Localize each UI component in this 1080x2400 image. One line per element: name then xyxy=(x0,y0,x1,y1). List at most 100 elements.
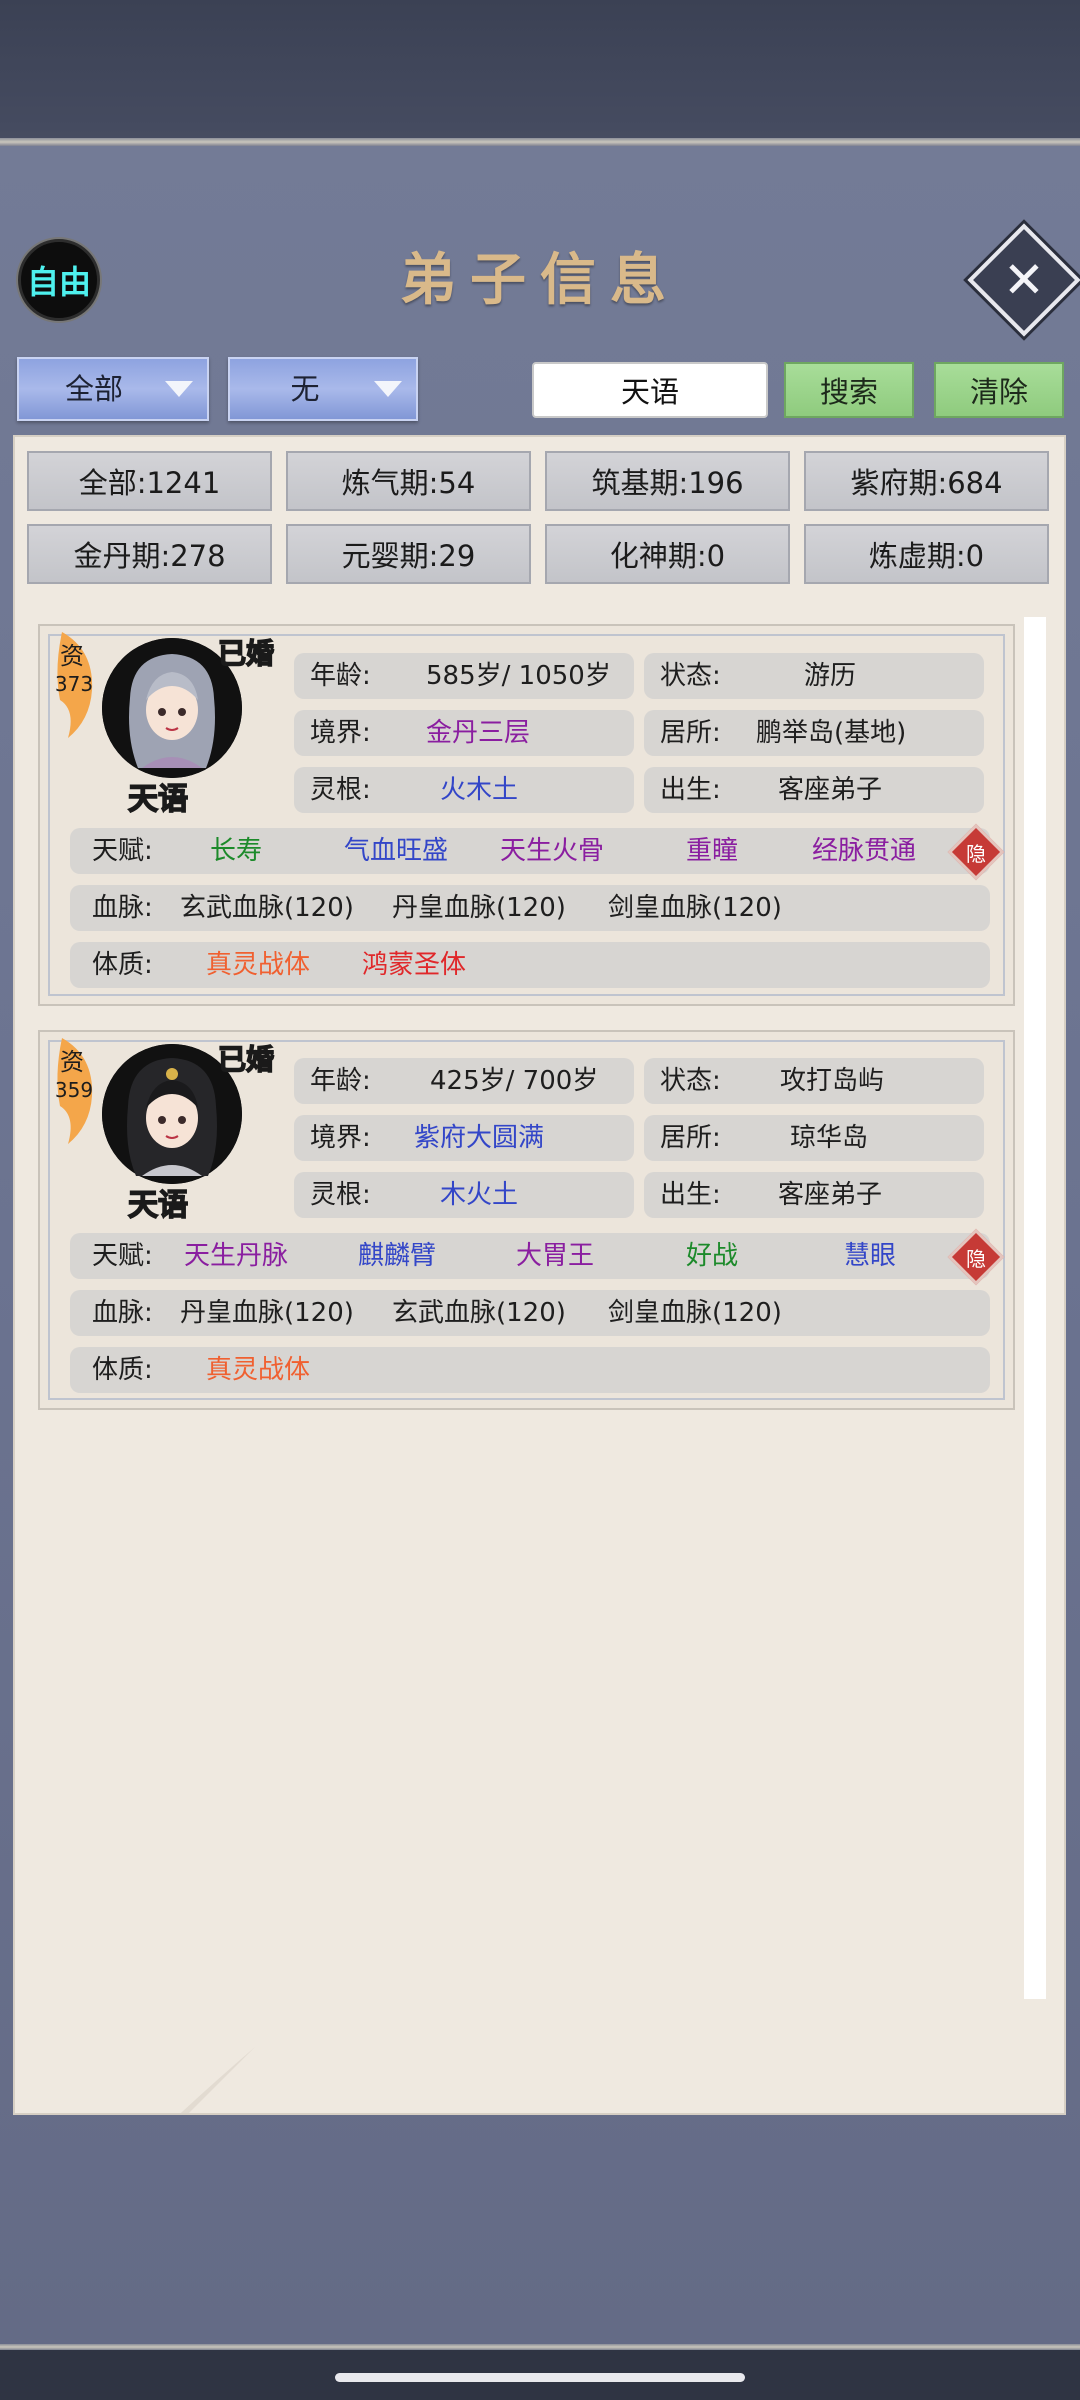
physique-label: 体质: xyxy=(92,1355,153,1385)
status-label: 状态: xyxy=(660,661,721,691)
talent-item[interactable]: 经脉贯通 xyxy=(812,828,916,874)
realm-value: 紫府大圆满 xyxy=(414,1123,545,1153)
stat-spirit-transform[interactable]: 化神期:0 xyxy=(545,524,790,584)
realm-field: 境界: 金丹三层 xyxy=(294,710,634,756)
status-value: 攻打岛屿 xyxy=(780,1066,885,1096)
stat-purple-mansion[interactable]: 紫府期:684 xyxy=(804,451,1049,511)
disciple-name: 天语 xyxy=(127,1187,189,1224)
physique-row: 体质: 真灵战体 xyxy=(70,1347,990,1393)
disciple-name: 天语 xyxy=(127,781,189,818)
spirit-root-label: 灵根: xyxy=(310,775,371,805)
disciple-card[interactable]: 资 359 已婚 天语 年龄: 425岁/ 700岁 状态: 攻打岛屿 境界: … xyxy=(38,1030,1015,1410)
bloodline-item[interactable]: 剑皇血脉(120) xyxy=(608,885,782,931)
realm-label: 境界: xyxy=(310,1123,371,1153)
realm-field: 境界: 紫府大圆满 xyxy=(294,1115,634,1161)
top-bar xyxy=(0,0,1080,140)
birth-field: 出生: 客座弟子 xyxy=(644,1172,984,1218)
aptitude-badge: 资 373 xyxy=(54,630,98,740)
clear-button[interactable]: 清除 xyxy=(934,362,1064,418)
aptitude-value: 373 xyxy=(54,672,94,696)
physique-item[interactable]: 真灵战体 xyxy=(206,1347,310,1393)
search-button[interactable]: 搜索 xyxy=(784,362,914,418)
age-label: 年龄: xyxy=(310,1066,371,1096)
page-title: 弟子信息 xyxy=(400,247,680,313)
talent-item[interactable]: 长寿 xyxy=(210,828,262,874)
bloodline-row: 血脉: 玄武血脉(120) 丹皇血脉(120) 剑皇血脉(120) xyxy=(70,885,990,931)
age-label: 年龄: xyxy=(310,661,371,691)
status-value: 游历 xyxy=(804,661,857,691)
residence-value: 琼华岛 xyxy=(790,1123,869,1153)
talent-label: 天赋: xyxy=(92,1241,153,1271)
talent-item[interactable]: 慧眼 xyxy=(844,1233,896,1279)
stat-foundation[interactable]: 筑基期:196 xyxy=(545,451,790,511)
aptitude-value: 359 xyxy=(54,1078,94,1102)
married-badge: 已婚 xyxy=(217,1042,275,1077)
birth-label: 出生: xyxy=(660,1180,721,1210)
talent-item[interactable]: 好战 xyxy=(686,1233,738,1279)
close-x-icon[interactable]: ✕ xyxy=(984,240,1064,320)
married-badge: 已婚 xyxy=(217,636,275,671)
type-filter-dropdown[interactable]: 无 xyxy=(228,357,418,421)
bloodline-item[interactable]: 玄武血脉(120) xyxy=(392,1290,566,1336)
talent-label: 天赋: xyxy=(92,836,153,866)
residence-label: 居所: xyxy=(660,718,721,748)
residence-field: 居所: 鹏举岛(基地) xyxy=(644,710,984,756)
realm-value: 金丹三层 xyxy=(426,718,531,748)
hide-button-label[interactable]: 隐 xyxy=(954,830,998,874)
spirit-root-field: 灵根: 木火土 xyxy=(294,1172,634,1218)
stat-void-refining[interactable]: 炼虚期:0 xyxy=(804,524,1049,584)
birth-value: 客座弟子 xyxy=(778,775,883,805)
bamboo-leaf-decoration xyxy=(180,2047,255,2113)
aptitude-label: 资 xyxy=(60,642,84,670)
frame-top-edge xyxy=(0,138,1080,146)
physique-row: 体质: 真灵战体 鸿蒙圣体 xyxy=(70,942,990,988)
residence-label: 居所: xyxy=(660,1123,721,1153)
realm-label: 境界: xyxy=(310,718,371,748)
realm-filter-label: 全部 xyxy=(64,372,123,406)
spirit-root-field: 灵根: 火木土 xyxy=(294,767,634,813)
talent-item[interactable]: 大胃王 xyxy=(516,1233,594,1279)
status-label: 状态: xyxy=(660,1066,721,1096)
aptitude-label: 资 xyxy=(60,1048,84,1076)
status-field: 状态: 游历 xyxy=(644,653,984,699)
realm-filter-dropdown[interactable]: 全部 xyxy=(17,357,209,421)
chevron-down-icon xyxy=(165,381,193,397)
talent-item[interactable]: 气血旺盛 xyxy=(344,828,448,874)
chevron-down-icon xyxy=(374,381,402,397)
scrollbar[interactable] xyxy=(1024,617,1046,1999)
residence-field: 居所: 琼华岛 xyxy=(644,1115,984,1161)
bloodline-item[interactable]: 丹皇血脉(120) xyxy=(180,1290,354,1336)
physique-item[interactable]: 真灵战体 xyxy=(206,942,310,988)
disciple-card[interactable]: 资 373 已婚 天语 年龄: 585岁/ 1050岁 状态: 游历 境界: 金… xyxy=(38,624,1015,1006)
stat-all[interactable]: 全部:1241 xyxy=(27,451,272,511)
bloodline-item[interactable]: 丹皇血脉(120) xyxy=(392,885,566,931)
spirit-root-label: 灵根: xyxy=(310,1180,371,1210)
talent-row: 天赋: 长寿 气血旺盛 天生火骨 重瞳 经脉贯通 xyxy=(70,828,990,874)
stat-golden-core[interactable]: 金丹期:278 xyxy=(27,524,272,584)
birth-value: 客座弟子 xyxy=(778,1180,883,1210)
home-indicator[interactable] xyxy=(335,2373,745,2382)
type-filter-label: 无 xyxy=(290,372,320,406)
talent-item[interactable]: 天生丹脉 xyxy=(184,1233,288,1279)
age-field: 年龄: 585岁/ 1050岁 xyxy=(294,653,634,699)
stat-nascent-soul[interactable]: 元婴期:29 xyxy=(286,524,531,584)
physique-label: 体质: xyxy=(92,950,153,980)
hide-button-label[interactable]: 隐 xyxy=(954,1235,998,1279)
birth-label: 出生: xyxy=(660,775,721,805)
bloodline-label: 血脉: xyxy=(92,1298,153,1328)
mode-badge[interactable]: 自由 xyxy=(18,239,100,321)
talent-item[interactable]: 天生火骨 xyxy=(500,828,604,874)
stat-qi-refining[interactable]: 炼气期:54 xyxy=(286,451,531,511)
physique-item[interactable]: 鸿蒙圣体 xyxy=(362,942,466,988)
bloodline-item[interactable]: 剑皇血脉(120) xyxy=(608,1290,782,1336)
spirit-root-value: 火木土 xyxy=(440,775,519,805)
age-value: 425岁/ 700岁 xyxy=(430,1066,599,1096)
bloodline-item[interactable]: 玄武血脉(120) xyxy=(180,885,354,931)
aptitude-badge: 资 359 xyxy=(54,1036,98,1146)
search-input[interactable] xyxy=(532,362,768,418)
status-field: 状态: 攻打岛屿 xyxy=(644,1058,984,1104)
talent-item[interactable]: 麒麟臂 xyxy=(358,1233,436,1279)
talent-item[interactable]: 重瞳 xyxy=(686,828,738,874)
age-value: 585岁/ 1050岁 xyxy=(426,661,611,691)
talent-row: 天赋: 天生丹脉 麒麟臂 大胃王 好战 慧眼 xyxy=(70,1233,990,1279)
